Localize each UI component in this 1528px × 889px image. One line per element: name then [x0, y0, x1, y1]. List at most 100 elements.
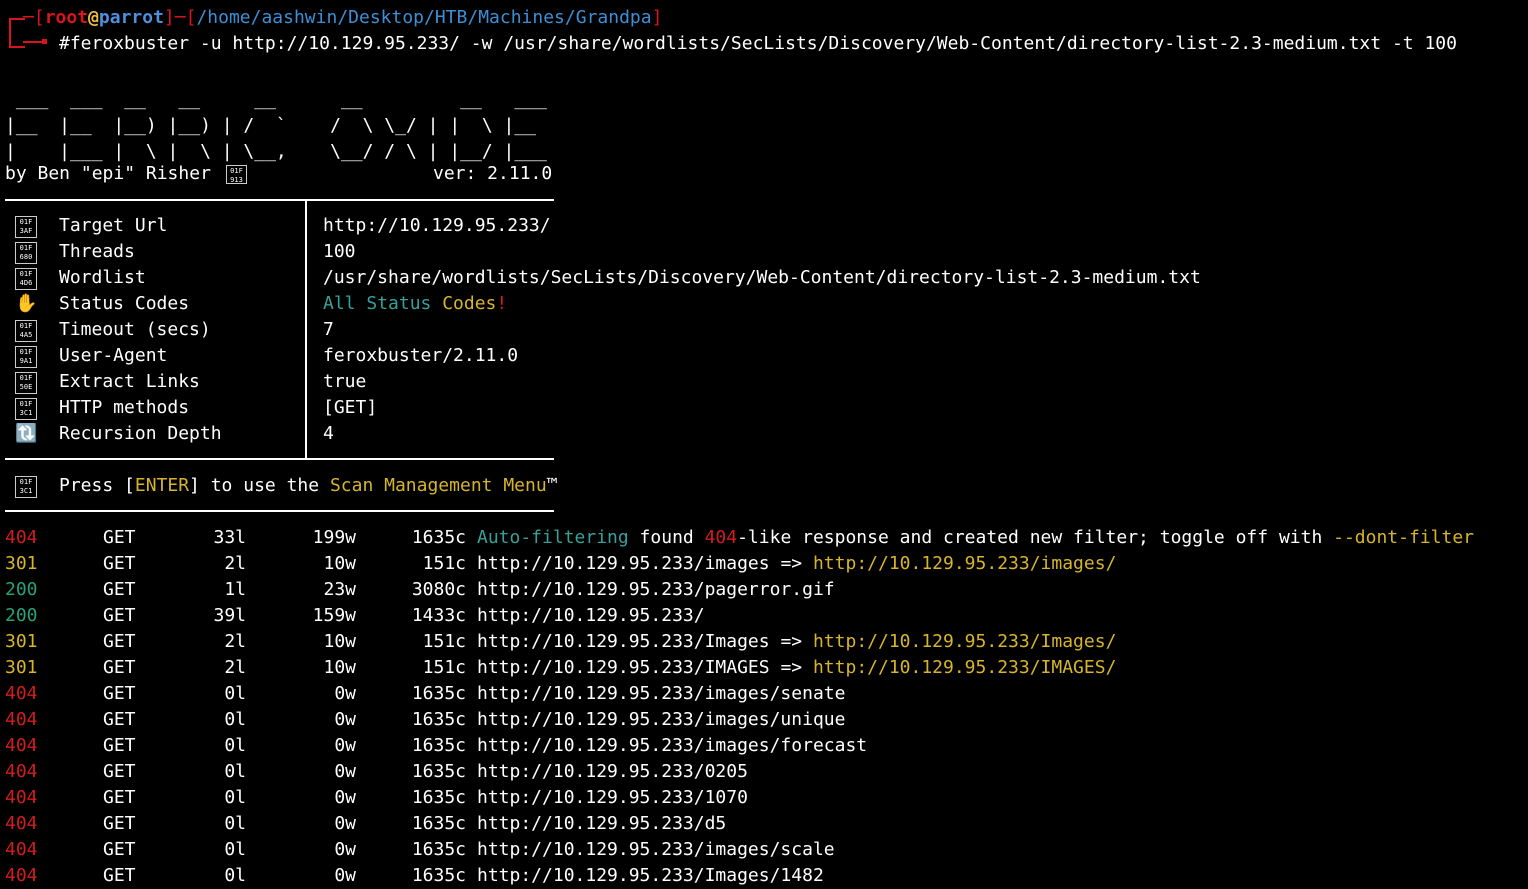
- word-count: 0w: [334, 709, 356, 730]
- result-url[interactable]: http://10.129.95.233/IMAGES => http://10…: [477, 655, 1116, 681]
- result-url[interactable]: http://10.129.95.233/d5: [477, 811, 726, 837]
- banner-version: ver: 2.11.0: [433, 163, 553, 184]
- http-method: GET: [103, 761, 136, 782]
- config-value: /usr/share/wordlists/SecLists/Discovery/…: [323, 267, 1201, 288]
- command-line[interactable]: #feroxbuster -u http://10.129.95.233/ -w…: [59, 31, 1457, 57]
- config-label: Status Codes: [59, 293, 190, 314]
- line-count: 2l: [224, 631, 246, 652]
- line-count: 2l: [224, 657, 246, 678]
- config-label: Recursion Depth: [59, 423, 222, 444]
- config-label: HTTP methods: [59, 397, 190, 418]
- prompt-hash: #: [59, 33, 70, 54]
- status-code: 404: [5, 735, 38, 756]
- char-count: 1635c: [411, 683, 466, 704]
- http-method: GET: [103, 787, 136, 808]
- status-code: 200: [5, 579, 38, 600]
- result-url[interactable]: http://10.129.95.233/images/unique: [477, 707, 845, 733]
- word-count: 10w: [323, 631, 356, 652]
- http-method: GET: [103, 605, 136, 626]
- hand-icon: ✋: [15, 293, 38, 314]
- banner-byline: by Ben "epi" Risher: [5, 163, 222, 184]
- menu-hint-icon: 01F 3C1: [15, 476, 37, 498]
- prompt-path: /home/aashwin/Desktop/HTB/Machines/Grand…: [196, 7, 652, 28]
- char-count: 1635c: [411, 787, 466, 808]
- menu-hint: Press [ENTER] to use the Scan Management…: [59, 475, 558, 496]
- word-count: 0w: [334, 839, 356, 860]
- char-count: 1635c: [411, 527, 466, 548]
- word-count: 0w: [334, 683, 356, 704]
- char-count: 151c: [422, 657, 466, 678]
- config-value: feroxbuster/2.11.0: [323, 345, 519, 366]
- redirect-target[interactable]: http://10.129.95.233/Images/: [813, 631, 1116, 652]
- line-count: 0l: [224, 735, 246, 756]
- result-url[interactable]: http://10.129.95.233/images/forecast: [477, 733, 867, 759]
- status-code: 200: [5, 605, 38, 626]
- result-url[interactable]: http://10.129.95.233/1070: [477, 785, 748, 811]
- result-url[interactable]: http://10.129.95.233/images/scale: [477, 837, 835, 863]
- redirect-target[interactable]: http://10.129.95.233/images/: [813, 553, 1116, 574]
- char-count: 151c: [422, 631, 466, 652]
- prompt-host: parrot: [98, 7, 164, 28]
- char-count: 1635c: [411, 709, 466, 730]
- result-url[interactable]: http://10.129.95.233/Images/1482: [477, 863, 824, 889]
- word-count: 0w: [334, 787, 356, 808]
- char-count: 1635c: [411, 813, 466, 834]
- status-code: 404: [5, 813, 38, 834]
- config-column-divider: [305, 201, 307, 459]
- prompt-user: root: [44, 7, 89, 28]
- word-count: 199w: [312, 527, 356, 548]
- line-count: 0l: [224, 813, 246, 834]
- status-code: 301: [5, 657, 38, 678]
- line-count: 1l: [224, 579, 246, 600]
- config-label: Threads: [59, 241, 135, 262]
- config-value: 7: [323, 319, 334, 340]
- word-count: 0w: [334, 865, 356, 886]
- line-count: 0l: [224, 683, 246, 704]
- rocket-icon: 01F 680: [15, 242, 37, 264]
- line-count: 39l: [213, 605, 246, 626]
- status-code: 404: [5, 709, 38, 730]
- word-count: 23w: [323, 579, 356, 600]
- http-method: GET: [103, 735, 136, 756]
- word-count: 10w: [323, 553, 356, 574]
- result-url[interactable]: http://10.129.95.233/images/senate: [477, 681, 845, 707]
- char-count: 1635c: [411, 735, 466, 756]
- config-label: User-Agent: [59, 345, 168, 366]
- char-count: 1433c: [411, 605, 466, 626]
- char-count: 3080c: [411, 579, 466, 600]
- line-count: 2l: [224, 553, 246, 574]
- config-value: All Status Codes!: [323, 293, 508, 314]
- enter-key-label: ENTER: [134, 475, 190, 496]
- result-url[interactable]: http://10.129.95.233/0205: [477, 759, 748, 785]
- banner-art-line-2: |__ |__ |__) |__) | / ` / \ \_/ | | \ |_…: [5, 115, 537, 136]
- line-count: 0l: [224, 761, 246, 782]
- word-count: 159w: [312, 605, 356, 626]
- http-method: GET: [103, 553, 136, 574]
- config-value: true: [323, 371, 367, 392]
- http-method: GET: [103, 813, 136, 834]
- char-count: 151c: [422, 553, 466, 574]
- result-url[interactable]: http://10.129.95.233/Images => http://10…: [477, 629, 1116, 655]
- magnifier-icon: 01F 50E: [15, 372, 37, 394]
- config-label: Wordlist: [59, 267, 146, 288]
- config-bottom-border: [5, 458, 554, 460]
- word-count: 0w: [334, 813, 356, 834]
- line-count: 0l: [224, 787, 246, 808]
- config-value: 4: [323, 423, 334, 444]
- status-code: 301: [5, 631, 38, 652]
- http-method: GET: [103, 709, 136, 730]
- word-count: 10w: [323, 657, 356, 678]
- char-count: 1635c: [411, 865, 466, 886]
- redirect-target[interactable]: http://10.129.95.233/IMAGES/: [813, 657, 1116, 678]
- menu-hint-border: [5, 510, 554, 512]
- status-code: 404: [5, 787, 38, 808]
- result-url[interactable]: http://10.129.95.233/: [477, 603, 705, 629]
- config-top-border: [5, 199, 554, 201]
- result-url[interactable]: http://10.129.95.233/pagerror.gif: [477, 577, 835, 603]
- result-url[interactable]: Auto-filtering found 404-like response a…: [477, 525, 1474, 551]
- line-count: 0l: [224, 839, 246, 860]
- config-label: Target Url: [59, 215, 168, 236]
- http-method: GET: [103, 527, 136, 548]
- target-icon: 01F 3AF: [15, 216, 37, 238]
- result-url[interactable]: http://10.129.95.233/images => http://10…: [477, 551, 1116, 577]
